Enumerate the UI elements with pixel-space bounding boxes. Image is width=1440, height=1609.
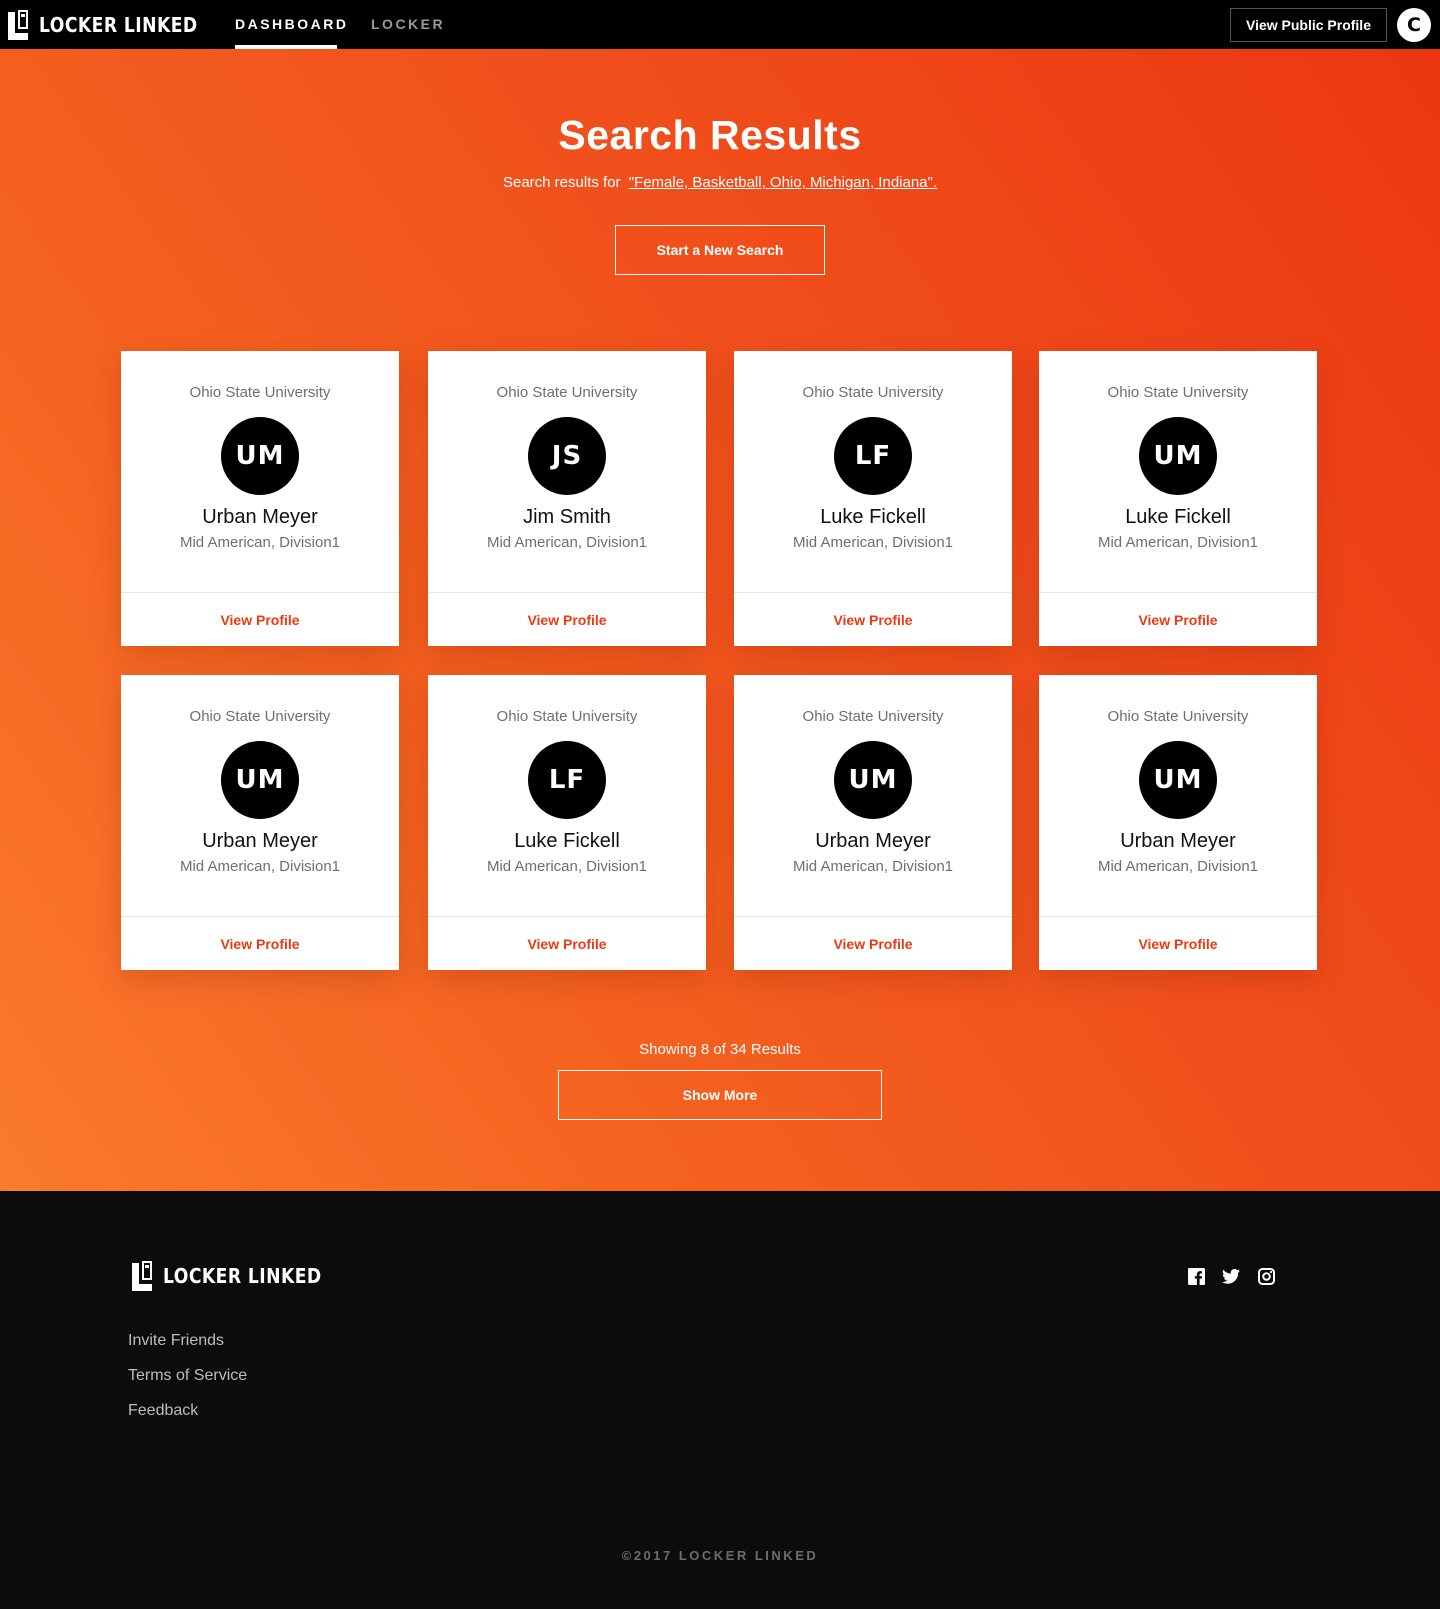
locker-logo-icon bbox=[8, 10, 30, 40]
card-school: Ohio State University bbox=[1107, 384, 1249, 401]
card-avatar: UM bbox=[1139, 741, 1217, 819]
card-conference: Mid American, Division1 bbox=[486, 858, 648, 875]
user-avatar[interactable]: C bbox=[1397, 8, 1431, 42]
locker-logo-icon bbox=[132, 1261, 154, 1291]
card-avatar: JS bbox=[528, 417, 606, 495]
tab-locker[interactable]: LOCKER bbox=[371, 0, 445, 49]
card-name: Luke Fickell bbox=[820, 506, 926, 528]
card-avatar: LF bbox=[528, 741, 606, 819]
card-name: Urban Meyer bbox=[815, 830, 931, 852]
card-school: Ohio State University bbox=[189, 708, 331, 725]
brand-logo[interactable]: LOCKER LINKED bbox=[8, 10, 223, 40]
card-avatar: UM bbox=[221, 741, 299, 819]
feedback-link[interactable]: Feedback bbox=[128, 1401, 247, 1436]
card-avatar: LF bbox=[834, 417, 912, 495]
search-summary-prefix: Search results for bbox=[502, 174, 621, 191]
card-school: Ohio State University bbox=[496, 708, 638, 725]
card-school: Ohio State University bbox=[496, 384, 638, 401]
view-profile-link[interactable]: View Profile bbox=[121, 593, 399, 646]
brand-name: LOCKER LINKED bbox=[39, 13, 198, 37]
twitter-icon[interactable] bbox=[1222, 1267, 1240, 1285]
card-avatar: UM bbox=[834, 741, 912, 819]
card-conference: Mid American, Division1 bbox=[179, 534, 341, 551]
card-conference: Mid American, Division1 bbox=[792, 858, 954, 875]
view-profile-link[interactable]: View Profile bbox=[1039, 917, 1317, 970]
result-card: Ohio State University UM Urban Meyer Mid Am… bbox=[734, 675, 1012, 970]
card-name: Luke Fickell bbox=[514, 830, 620, 852]
card-name: Jim Smith bbox=[523, 506, 611, 528]
footer-brand-name: LOCKER LINKED bbox=[163, 1264, 322, 1288]
card-conference: Mid American, Division1 bbox=[179, 858, 341, 875]
search-summary: Search results for "Female, Basketball, … bbox=[0, 174, 1440, 191]
result-card: Ohio State University UM Urban Meyer Mid Am… bbox=[1039, 675, 1317, 970]
card-school: Ohio State University bbox=[189, 384, 331, 401]
view-profile-link[interactable]: View Profile bbox=[428, 593, 706, 646]
card-name: Urban Meyer bbox=[1120, 830, 1236, 852]
card-name: Urban Meyer bbox=[202, 830, 318, 852]
card-conference: Mid American, Division1 bbox=[1097, 858, 1259, 875]
view-profile-link[interactable]: View Profile bbox=[1039, 593, 1317, 646]
copyright-text: ©2017 LOCKER LINKED bbox=[621, 1548, 819, 1563]
card-school: Ohio State University bbox=[1107, 708, 1249, 725]
card-name: Urban Meyer bbox=[202, 506, 318, 528]
tab-dashboard[interactable]: DASHBOARD bbox=[235, 0, 349, 49]
search-results-section: Search Results Search results for "Femal… bbox=[0, 49, 1440, 1191]
new-search-button[interactable]: Start a New Search bbox=[615, 225, 825, 275]
card-conference: Mid American, Division1 bbox=[1097, 534, 1259, 551]
tab-locker-label: LOCKER bbox=[371, 16, 446, 32]
result-card: Ohio State University UM Urban Meyer Mid Am… bbox=[121, 675, 399, 970]
card-school: Ohio State University bbox=[802, 708, 944, 725]
card-avatar: UM bbox=[1139, 417, 1217, 495]
result-card: Ohio State University LF Luke Fickell Mid A… bbox=[734, 351, 1012, 646]
view-public-profile-button[interactable]: View Public Profile bbox=[1230, 8, 1387, 42]
top-nav: LOCKER LINKED DASHBOARD LOCKER View Publ… bbox=[0, 0, 1440, 49]
facebook-icon[interactable] bbox=[1187, 1267, 1205, 1285]
view-profile-link[interactable]: View Profile bbox=[734, 917, 1012, 970]
result-card: Ohio State University UM Urban Meyer Mid Am… bbox=[121, 351, 399, 646]
card-avatar: UM bbox=[221, 417, 299, 495]
card-conference: Mid American, Division1 bbox=[792, 534, 954, 551]
result-card: Ohio State University JS Jim Smith Mid Amer… bbox=[428, 351, 706, 646]
invite-friends-link[interactable]: Invite Friends bbox=[128, 1331, 247, 1366]
search-query-link[interactable]: "Female, Basketball, Ohio, Michigan, Ind… bbox=[629, 174, 937, 191]
instagram-icon[interactable] bbox=[1257, 1267, 1275, 1285]
results-count: Showing 8 of 34 Results bbox=[639, 1041, 801, 1058]
tab-dashboard-label: DASHBOARD bbox=[235, 16, 349, 32]
result-card: Ohio State University LF Luke Fickell Mid A… bbox=[428, 675, 706, 970]
footer: LOCKER LINKED Invite Friends Terms of Se… bbox=[0, 1191, 1440, 1609]
footer-logo[interactable]: LOCKER LINKED bbox=[132, 1261, 347, 1291]
terms-of-service-link[interactable]: Terms of Service bbox=[128, 1366, 247, 1401]
page-title: Search Results bbox=[558, 112, 862, 158]
view-profile-link[interactable]: View Profile bbox=[121, 917, 399, 970]
card-school: Ohio State University bbox=[802, 384, 944, 401]
view-profile-link[interactable]: View Profile bbox=[734, 593, 1012, 646]
footer-links: Invite Friends Terms of Service Feedback bbox=[128, 1331, 247, 1436]
result-card: Ohio State University UM Luke Fickell Mid A… bbox=[1039, 351, 1317, 646]
show-more-button[interactable]: Show More bbox=[558, 1070, 882, 1120]
view-profile-link[interactable]: View Profile bbox=[428, 917, 706, 970]
card-name: Luke Fickell bbox=[1125, 506, 1231, 528]
card-conference: Mid American, Division1 bbox=[486, 534, 648, 551]
